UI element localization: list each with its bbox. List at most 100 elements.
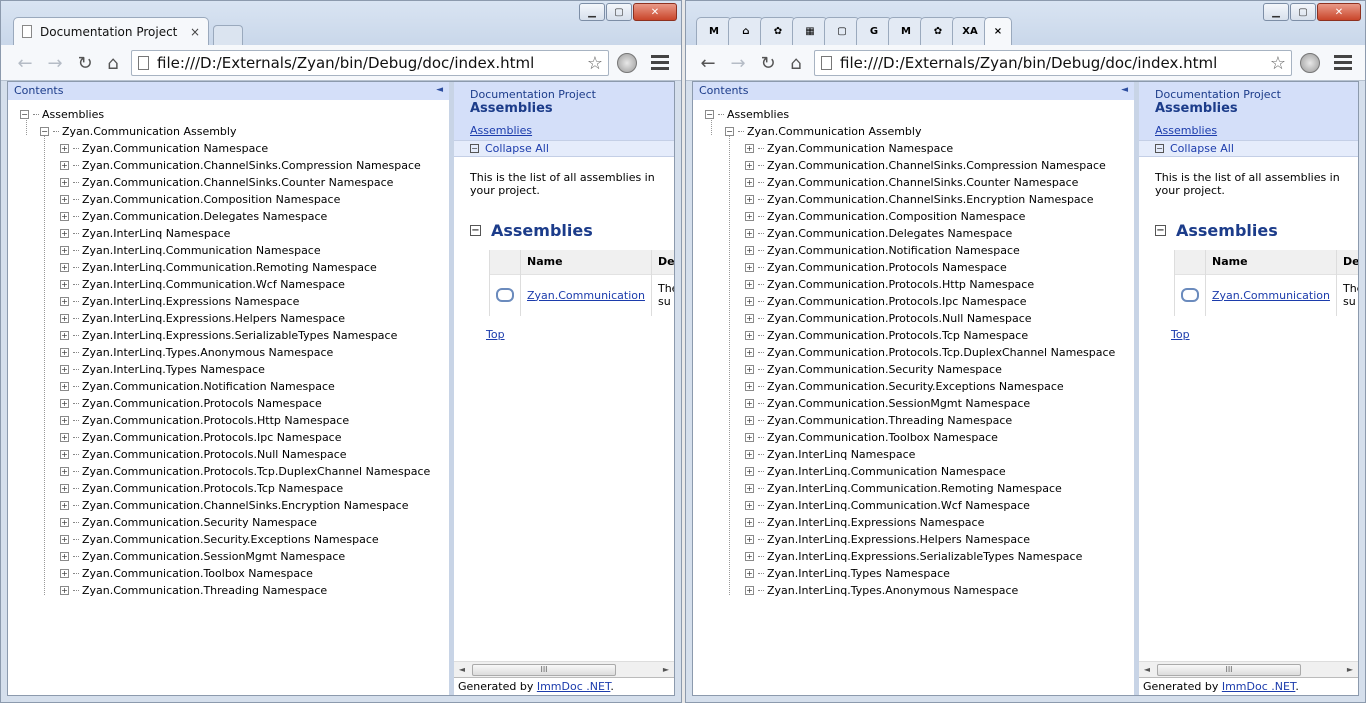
tree-node-namespace[interactable]: + Zyan.Communication.Security Namespace xyxy=(16,514,449,531)
tree-node-namespace[interactable]: + Zyan.Communication.Toolbox Namespace xyxy=(16,565,449,582)
expand-icon[interactable]: + xyxy=(745,484,754,493)
forward-button[interactable]: → xyxy=(43,51,67,75)
tree-node-namespace[interactable]: + Zyan.InterLinq.Expressions.Helpers Name… xyxy=(701,531,1134,548)
tree-node-namespace[interactable]: + Zyan.Communication.Protocols Namespace xyxy=(16,395,449,412)
expand-icon[interactable]: + xyxy=(745,569,754,578)
expand-icon[interactable]: + xyxy=(745,501,754,510)
tree-node-namespace[interactable]: + Zyan.Communication.Security.Exceptions … xyxy=(701,378,1134,395)
expand-icon[interactable]: + xyxy=(60,433,69,442)
minimize-button[interactable]: ▁ xyxy=(1263,3,1289,21)
expand-icon[interactable]: + xyxy=(745,331,754,340)
expand-icon[interactable]: + xyxy=(745,416,754,425)
home-button[interactable]: ⌂ xyxy=(101,51,125,75)
tree-node-namespace[interactable]: + Zyan.InterLinq.Types.Anonymous Namespac… xyxy=(16,344,449,361)
expand-icon[interactable]: + xyxy=(60,535,69,544)
expand-icon[interactable]: + xyxy=(745,314,754,323)
collapse-icon[interactable]: − xyxy=(705,110,714,119)
scroll-left-icon[interactable]: ◄ xyxy=(1139,665,1155,674)
expand-icon[interactable]: + xyxy=(60,586,69,595)
expand-icon[interactable]: + xyxy=(745,586,754,595)
top-link[interactable]: Top xyxy=(1171,328,1358,341)
tree-node-namespace[interactable]: + Zyan.Communication.Protocols.Tcp.Duplex… xyxy=(16,463,449,480)
expand-icon[interactable]: + xyxy=(60,314,69,323)
minimize-button[interactable]: ▁ xyxy=(579,3,605,21)
maximize-button[interactable]: ▢ xyxy=(606,3,632,21)
expand-icon[interactable]: + xyxy=(745,433,754,442)
tree-node-namespace[interactable]: + Zyan.Communication.Security.Exceptions … xyxy=(16,531,449,548)
tree-node-namespace[interactable]: + Zyan.Communication.Protocols.Null Names… xyxy=(16,446,449,463)
expand-icon[interactable]: + xyxy=(60,212,69,221)
expand-icon[interactable]: + xyxy=(60,501,69,510)
reload-button[interactable]: ↻ xyxy=(73,51,97,75)
tree-node-namespace[interactable]: + Zyan.Communication.ChannelSinks.Encrypt… xyxy=(16,497,449,514)
scroll-thumb[interactable]: III xyxy=(472,663,616,676)
tree-node-namespace[interactable]: + Zyan.Communication.Protocols.Http Names… xyxy=(701,276,1134,293)
pinned-tab[interactable]: M xyxy=(696,17,732,45)
horizontal-scrollbar[interactable]: ◄ III ► xyxy=(454,661,674,677)
tree-node-namespace[interactable]: + Zyan.InterLinq.Communication.Wcf Namesp… xyxy=(16,276,449,293)
tree-node-namespace[interactable]: + Zyan.Communication.Delegates Namespace xyxy=(16,208,449,225)
tree-node-namespace[interactable]: + Zyan.Communication.Security Namespace xyxy=(701,361,1134,378)
expand-icon[interactable]: + xyxy=(745,280,754,289)
tree-node-namespace[interactable]: + Zyan.Communication.ChannelSinks.Encrypt… xyxy=(701,191,1134,208)
expand-icon[interactable]: + xyxy=(745,297,754,306)
expand-icon[interactable]: + xyxy=(60,263,69,272)
tree-node-assemblies[interactable]: − Assemblies xyxy=(16,106,449,123)
tree-node-namespace[interactable]: + Zyan.InterLinq.Communication.Remoting N… xyxy=(701,480,1134,497)
tree-node-namespace[interactable]: + Zyan.Communication.Protocols.Tcp Namesp… xyxy=(701,327,1134,344)
tree-node-namespace[interactable]: + Zyan.Communication.Notification Namespa… xyxy=(701,242,1134,259)
expand-icon[interactable]: + xyxy=(745,229,754,238)
expand-icon[interactable]: + xyxy=(745,161,754,170)
tree-node-namespace[interactable]: + Zyan.Communication.Protocols.Http Names… xyxy=(16,412,449,429)
immdoc-link[interactable]: ImmDoc .NET xyxy=(537,680,611,693)
address-bar[interactable]: file:///D:/Externals/Zyan/bin/Debug/doc/… xyxy=(814,50,1292,76)
pinned-tab[interactable]: ✿ xyxy=(920,17,956,45)
back-button[interactable]: ← xyxy=(696,51,720,75)
expand-icon[interactable]: + xyxy=(745,178,754,187)
close-window-button[interactable]: ✕ xyxy=(1317,3,1361,21)
expand-icon[interactable]: + xyxy=(745,535,754,544)
new-tab-button[interactable] xyxy=(213,25,243,45)
expand-icon[interactable]: + xyxy=(745,263,754,272)
pinned-tab[interactable]: XA xyxy=(952,17,988,45)
scroll-right-icon[interactable]: ► xyxy=(1342,665,1358,674)
expand-icon[interactable]: + xyxy=(60,484,69,493)
tree-node-namespace[interactable]: + Zyan.Communication.Protocols Namespace xyxy=(701,259,1134,276)
tree-node-assembly[interactable]: − Zyan.Communication Assembly xyxy=(701,123,1134,140)
tree-node-namespace[interactable]: + Zyan.Communication.Threading Namespace xyxy=(16,582,449,599)
home-button[interactable]: ⌂ xyxy=(784,51,808,75)
tree-node-namespace[interactable]: + Zyan.Communication.Toolbox Namespace xyxy=(701,429,1134,446)
pinned-tab[interactable]: ⌂ xyxy=(728,17,764,45)
expand-icon[interactable]: + xyxy=(745,552,754,561)
expand-icon[interactable]: + xyxy=(745,365,754,374)
expand-icon[interactable]: + xyxy=(745,518,754,527)
maximize-button[interactable]: ▢ xyxy=(1290,3,1316,21)
pinned-tab[interactable]: ▦ xyxy=(792,17,828,45)
collapse-all-link[interactable]: Collapse All xyxy=(1170,142,1234,155)
collapse-section-icon[interactable]: − xyxy=(1155,225,1166,236)
expand-icon[interactable]: + xyxy=(60,229,69,238)
forward-button[interactable]: → xyxy=(726,51,750,75)
expand-icon[interactable]: + xyxy=(60,348,69,357)
tree-node-namespace[interactable]: + Zyan.Communication Namespace xyxy=(701,140,1134,157)
expand-icon[interactable]: + xyxy=(60,399,69,408)
expand-icon[interactable]: + xyxy=(60,246,69,255)
tree-node-namespace[interactable]: + Zyan.Communication.SessionMgmt Namespac… xyxy=(701,395,1134,412)
pinned-tab[interactable]: M xyxy=(888,17,924,45)
expand-icon[interactable]: + xyxy=(745,212,754,221)
tree-node-namespace[interactable]: + Zyan.InterLinq.Communication.Remoting N… xyxy=(16,259,449,276)
expand-icon[interactable]: + xyxy=(745,246,754,255)
chrome-menu-button[interactable] xyxy=(651,53,669,71)
reload-button[interactable]: ↻ xyxy=(756,51,780,75)
tree-node-namespace[interactable]: + Zyan.Communication.Protocols.Ipc Namesp… xyxy=(16,429,449,446)
scroll-left-icon[interactable]: ◄ xyxy=(454,665,470,674)
expand-icon[interactable]: + xyxy=(60,382,69,391)
expand-icon[interactable]: + xyxy=(60,552,69,561)
expand-icon[interactable]: + xyxy=(60,280,69,289)
tree-node-namespace[interactable]: + Zyan.InterLinq.Communication Namespace xyxy=(16,242,449,259)
expand-icon[interactable]: + xyxy=(60,161,69,170)
tree-node-namespace[interactable]: + Zyan.Communication.Protocols.Ipc Namesp… xyxy=(701,293,1134,310)
collapse-icon[interactable]: − xyxy=(725,127,734,136)
tree-node-namespace[interactable]: + Zyan.InterLinq.Communication Namespace xyxy=(701,463,1134,480)
expand-icon[interactable]: + xyxy=(60,144,69,153)
